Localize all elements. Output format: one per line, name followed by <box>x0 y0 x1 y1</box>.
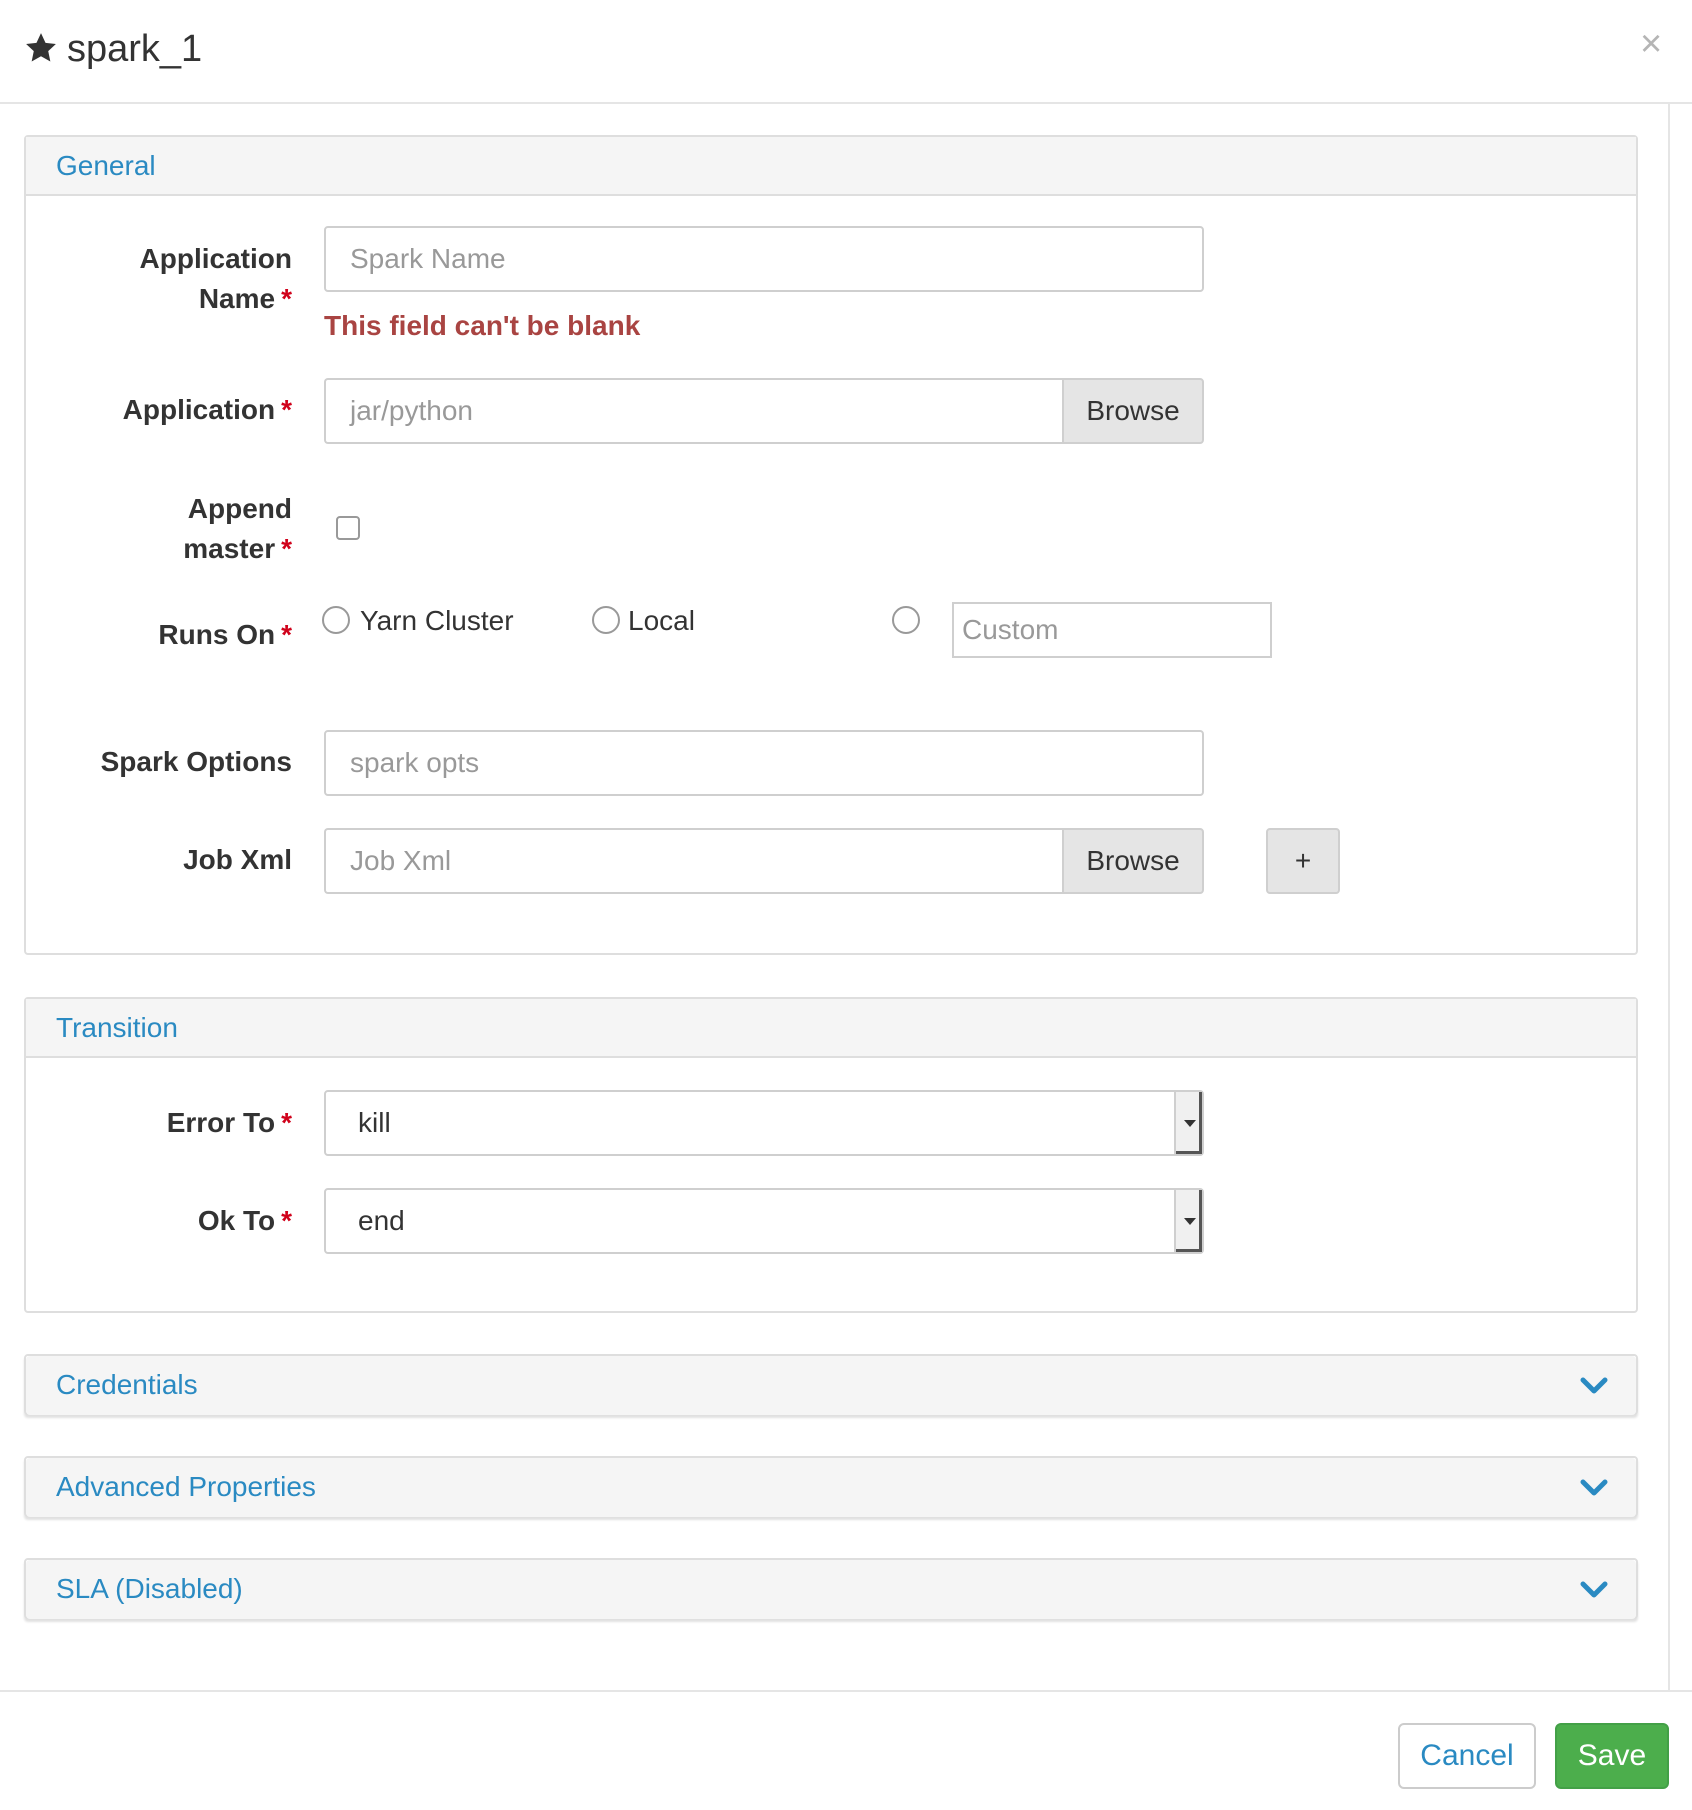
dialog-title: spark_1 <box>67 28 203 70</box>
application-name-label-text: Name <box>198 283 276 314</box>
close-icon[interactable]: × <box>1640 22 1662 66</box>
transition-panel: Transition Error To * kill Ok To * end <box>24 997 1638 1313</box>
application-name-placeholder: Spark Name <box>350 243 506 274</box>
star-icon <box>26 33 56 62</box>
application-name-label-line2: Name * <box>56 279 292 319</box>
required-marker: * <box>281 533 292 564</box>
job-xml-label: Job Xml <box>183 844 292 875</box>
ok-to-value: end <box>358 1205 405 1236</box>
general-panel: General Application Name * Spark Name Thi… <box>24 135 1638 955</box>
required-marker: * <box>281 1107 292 1138</box>
application-placeholder: jar/python <box>350 395 473 426</box>
runs-on-custom-input[interactable]: Custom <box>952 602 1272 658</box>
runs-on-custom-radio[interactable] <box>892 606 920 634</box>
sla-panel-title: SLA (Disabled) <box>56 1573 243 1604</box>
cancel-button[interactable]: Cancel <box>1398 1723 1536 1789</box>
runs-on-label-text: Runs On <box>158 619 276 650</box>
footer-divider <box>0 1690 1692 1692</box>
spark-options-label: Spark Options <box>100 746 292 777</box>
scrollbar-track <box>1668 104 1670 1690</box>
advanced-properties-panel-header[interactable]: Advanced Properties <box>26 1458 1636 1517</box>
job-xml-input[interactable]: Job Xml <box>324 828 1064 894</box>
application-label-text: Application <box>122 394 276 425</box>
application-input[interactable]: jar/python <box>324 378 1064 444</box>
application-browse-button[interactable]: Browse <box>1062 378 1204 444</box>
append-master-label: Append master * <box>56 489 292 569</box>
credentials-panel[interactable]: Credentials <box>24 1354 1638 1415</box>
error-to-label-text: Error To <box>166 1107 276 1138</box>
runs-on-yarn-cluster-label: Yarn Cluster <box>360 605 514 636</box>
caret-down-icon <box>1184 1120 1196 1127</box>
transition-panel-title: Transition <box>56 1012 178 1043</box>
transition-panel-header: Transition <box>26 999 1636 1058</box>
credentials-panel-header[interactable]: Credentials <box>26 1356 1636 1415</box>
runs-on-custom-placeholder: Custom <box>962 614 1059 645</box>
required-marker: * <box>281 1205 292 1236</box>
advanced-properties-panel[interactable]: Advanced Properties <box>24 1456 1638 1517</box>
runs-on-local-radio[interactable] <box>592 606 620 634</box>
append-master-label-text: master <box>183 533 276 564</box>
ok-to-select[interactable]: end <box>324 1188 1204 1254</box>
sla-panel[interactable]: SLA (Disabled) <box>24 1558 1638 1619</box>
chevron-down-icon[interactable] <box>1580 1580 1608 1600</box>
ok-to-label-text: Ok To <box>197 1205 276 1236</box>
required-marker: * <box>281 619 292 650</box>
advanced-properties-panel-title: Advanced Properties <box>56 1471 316 1502</box>
application-name-label-line1: Application <box>139 243 292 274</box>
job-xml-placeholder: Job Xml <box>350 845 452 876</box>
general-panel-title: General <box>56 150 156 181</box>
credentials-panel-title: Credentials <box>56 1369 198 1400</box>
error-to-select[interactable]: kill <box>324 1090 1204 1156</box>
error-to-dropdown-arrow[interactable] <box>1174 1092 1202 1154</box>
sla-panel-header[interactable]: SLA (Disabled) <box>26 1560 1636 1619</box>
add-job-xml-button[interactable]: + <box>1266 828 1340 894</box>
append-master-checkbox[interactable] <box>336 516 360 540</box>
chevron-down-icon[interactable] <box>1580 1478 1608 1498</box>
required-marker: * <box>281 283 292 314</box>
ok-to-label: Ok To * <box>56 1201 292 1241</box>
application-label: Application * <box>56 390 292 430</box>
required-marker: * <box>281 394 292 425</box>
save-button[interactable]: Save <box>1555 1723 1669 1789</box>
job-xml-browse-button[interactable]: Browse <box>1062 828 1204 894</box>
append-master-label-line2: master * <box>56 529 292 569</box>
general-panel-header: General <box>26 137 1636 196</box>
application-name-input[interactable]: Spark Name <box>324 226 1204 292</box>
spark-options-placeholder: spark opts <box>350 747 480 778</box>
spark-options-input[interactable]: spark opts <box>324 730 1204 796</box>
append-master-label-line1: Append <box>187 493 292 524</box>
application-name-error: This field can't be blank <box>324 310 641 341</box>
chevron-down-icon[interactable] <box>1580 1376 1608 1396</box>
ok-to-dropdown-arrow[interactable] <box>1174 1190 1202 1252</box>
application-name-label: Application Name * <box>56 239 292 319</box>
caret-down-icon <box>1184 1218 1196 1225</box>
error-to-label: Error To * <box>56 1103 292 1143</box>
runs-on-label: Runs On * <box>56 615 292 655</box>
error-to-value: kill <box>358 1107 391 1138</box>
dialog-header: spark_1 × <box>0 0 1692 104</box>
runs-on-yarn-cluster-radio[interactable] <box>322 606 350 634</box>
runs-on-local-label: Local <box>628 605 695 636</box>
